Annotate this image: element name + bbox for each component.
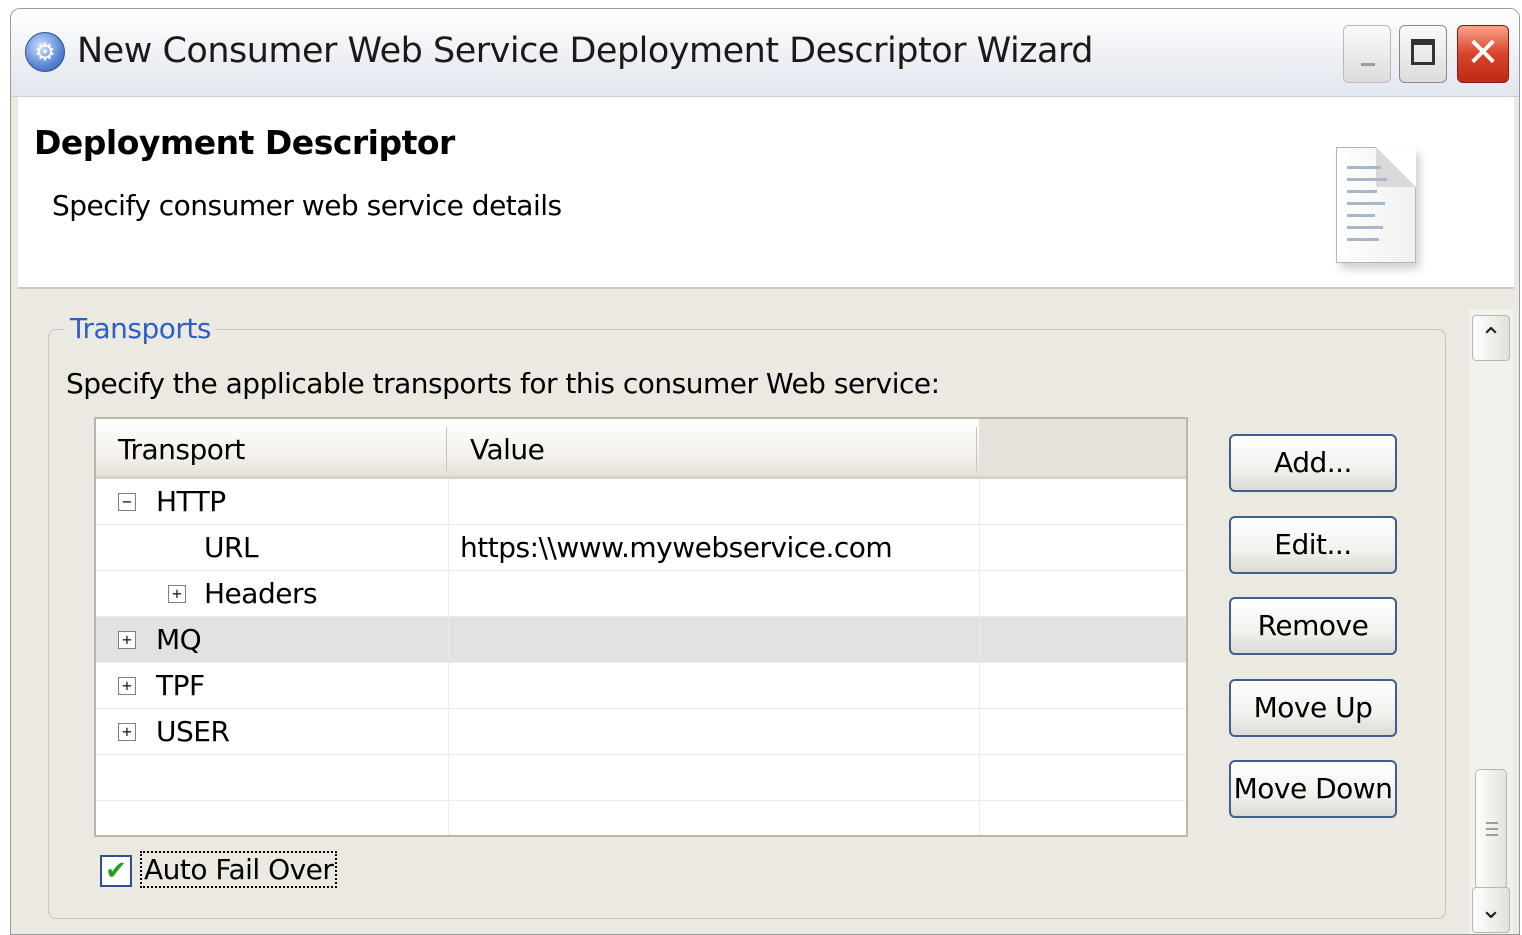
table-header: Transport Value [96,419,1186,479]
table-row-selected[interactable]: + MQ [96,617,1186,663]
table-row[interactable]: + TPF [96,663,1186,709]
close-button[interactable]: ✕ [1457,25,1509,83]
expand-icon[interactable]: + [118,723,136,741]
expand-icon[interactable]: + [168,585,186,603]
wizard-window: ⚙ New Consumer Web Service Deployment De… [10,8,1520,935]
table-row-empty [96,755,1186,801]
maximize-icon [1411,39,1435,65]
move-up-button[interactable]: Move Up [1229,679,1397,737]
row-label: MQ [156,623,202,656]
auto-fail-over-checkbox[interactable]: ✔ [100,855,132,887]
remove-button[interactable]: Remove [1229,597,1397,655]
row-label: USER [156,715,230,748]
table-row[interactable]: URL https:\\www.mywebservice.com [96,525,1186,571]
edit-button[interactable]: Edit... [1229,516,1397,574]
row-label: TPF [156,669,205,702]
column-header-value[interactable]: Value [470,433,545,466]
wizard-header: Deployment Descriptor Specify consumer w… [18,97,1514,289]
add-button[interactable]: Add... [1229,434,1397,492]
vertical-scrollbar[interactable]: ⌃ ⌄ [1469,309,1513,934]
scroll-up-icon[interactable]: ⌃ [1472,315,1510,361]
table-row[interactable]: − HTTP [96,479,1186,525]
column-divider [979,479,980,835]
minimize-button[interactable] [1343,25,1391,83]
wizard-content: Transports Specify the applicable transp… [18,289,1514,934]
page-title: Deployment Descriptor [34,123,455,162]
table-row[interactable]: + Headers [96,571,1186,617]
document-icon [1336,147,1416,263]
gear-globe-icon: ⚙ [25,32,65,72]
table-row[interactable]: + USER [96,709,1186,755]
row-label: HTTP [156,485,226,518]
transports-group-label: Transports [64,312,217,345]
minimize-icon [1361,63,1375,66]
transports-description: Specify the applicable transports for th… [66,367,940,400]
collapse-icon[interactable]: − [118,493,136,511]
maximize-button[interactable] [1399,25,1447,83]
row-label: Headers [204,577,318,610]
transports-table[interactable]: Transport Value − HTTP URL https:\\www.m… [94,417,1188,837]
expand-icon[interactable]: + [118,677,136,695]
table-row-empty [96,801,1186,835]
column-divider [448,479,449,835]
column-header-transport[interactable]: Transport [118,433,245,466]
window-title: New Consumer Web Service Deployment Desc… [77,31,1094,71]
page-description: Specify consumer web service details [52,189,562,222]
auto-fail-over-label[interactable]: Auto Fail Over [140,851,338,888]
expand-icon[interactable]: + [118,631,136,649]
scroll-down-icon[interactable]: ⌄ [1472,887,1510,933]
close-icon: ✕ [1466,30,1500,76]
row-label: URL [204,531,259,564]
row-value: https:\\www.mywebservice.com [460,531,893,564]
title-bar[interactable]: ⚙ New Consumer Web Service Deployment De… [11,9,1519,97]
move-down-button[interactable]: Move Down [1229,760,1397,818]
scrollbar-thumb[interactable] [1475,769,1507,889]
